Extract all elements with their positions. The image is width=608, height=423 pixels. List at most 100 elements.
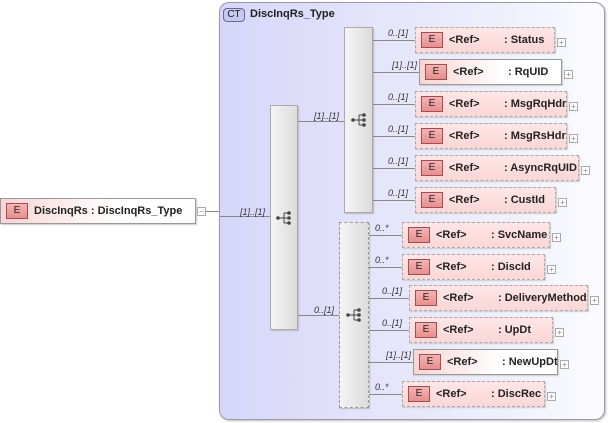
connector xyxy=(369,235,402,236)
expand-button[interactable]: + xyxy=(547,392,556,401)
element-badge: E xyxy=(421,128,443,144)
element-badge: E xyxy=(425,64,447,80)
sequence-icon xyxy=(350,113,366,127)
element-name: : Status xyxy=(504,34,545,46)
connector xyxy=(298,315,339,316)
element-name: : SvcName xyxy=(491,229,548,241)
element-name: : DeliveryMethod xyxy=(498,292,587,304)
element-badge: E xyxy=(421,160,443,176)
cardinality: 0..[1] xyxy=(388,92,409,102)
expand-button[interactable]: + xyxy=(564,70,573,79)
element-name: : NewUpDt xyxy=(502,356,558,368)
expand-button[interactable]: + xyxy=(558,198,567,207)
cardinality: [1]..[1] xyxy=(240,207,266,217)
child-element[interactable]: E <Ref> : DiscId xyxy=(402,254,545,280)
connector xyxy=(369,298,409,299)
element-badge: E xyxy=(415,290,437,306)
ref-label: <Ref> xyxy=(449,34,480,46)
element-name: : DiscId xyxy=(491,261,531,273)
expand-button[interactable]: + xyxy=(547,265,556,274)
ref-label: <Ref> xyxy=(449,194,480,206)
cardinality: [1]..[1] xyxy=(392,60,418,70)
element-badge: E xyxy=(408,386,430,402)
connector xyxy=(373,168,415,169)
element-name: : MsgRsHdr xyxy=(504,130,566,142)
connector xyxy=(206,211,220,212)
element-name: : RqUID xyxy=(508,66,549,78)
expand-button[interactable]: + xyxy=(590,296,599,305)
cardinality: 0..[1] xyxy=(388,124,409,134)
child-element[interactable]: E <Ref> : MsgRsHdr xyxy=(415,123,567,149)
element-name: : DiscRec xyxy=(491,388,542,400)
element-name: : CustId xyxy=(504,194,545,206)
child-element[interactable]: E <Ref> : MsgRqHdr xyxy=(415,91,567,117)
child-element[interactable]: E <Ref> : CustId xyxy=(415,187,556,213)
expand-button[interactable]: + xyxy=(569,102,578,111)
element-name: : UpDt xyxy=(498,324,531,336)
top-sequence[interactable] xyxy=(344,27,373,213)
ref-label: <Ref> xyxy=(449,98,480,110)
root-element-discinqrs[interactable]: E DiscInqRs : DiscInqRs_Type xyxy=(0,198,196,224)
cardinality: 0..* xyxy=(375,223,389,233)
cardinality: 0..[1] xyxy=(388,28,409,38)
connector xyxy=(369,394,402,395)
cardinality: [1]..[1] xyxy=(386,350,412,360)
collapse-button[interactable]: − xyxy=(197,207,206,216)
connector xyxy=(369,267,402,268)
cardinality: 0..[1] xyxy=(382,318,403,328)
cardinality: 0..* xyxy=(375,382,389,392)
ref-label: <Ref> xyxy=(449,130,480,142)
sequence-icon xyxy=(276,210,291,225)
root-element-label: DiscInqRs : DiscInqRs_Type xyxy=(34,205,183,217)
ref-label: <Ref> xyxy=(443,324,474,336)
child-element[interactable]: E <Ref> : UpDt xyxy=(409,317,553,343)
child-element[interactable]: E <Ref> : RqUID xyxy=(419,59,562,85)
expand-button[interactable]: + xyxy=(569,134,578,143)
connector xyxy=(373,104,415,105)
bottom-sequence[interactable] xyxy=(339,222,369,408)
ref-label: <Ref> xyxy=(443,292,474,304)
expand-button[interactable]: + xyxy=(555,328,564,337)
connector xyxy=(369,330,409,331)
child-element[interactable]: E <Ref> : SvcName xyxy=(402,222,550,248)
cardinality: [1]..[1] xyxy=(314,111,340,121)
connector xyxy=(373,40,415,41)
element-badge: E xyxy=(421,32,443,48)
element-badge: E xyxy=(6,203,28,219)
complex-type-name: DiscInqRs_Type xyxy=(250,8,335,20)
expand-button[interactable]: + xyxy=(581,166,590,175)
element-badge: E xyxy=(421,192,443,208)
child-element[interactable]: E <Ref> : Status xyxy=(415,27,555,53)
cardinality: 0..* xyxy=(375,255,389,265)
element-name: : AsyncRqUID xyxy=(504,162,577,174)
ref-label: <Ref> xyxy=(453,66,484,78)
connector xyxy=(373,136,415,137)
element-badge: E xyxy=(421,96,443,112)
cardinality: 0..[1] xyxy=(382,286,403,296)
ref-label: <Ref> xyxy=(447,356,478,368)
ref-label: <Ref> xyxy=(436,229,467,241)
cardinality: 0..[1] xyxy=(388,156,409,166)
connector xyxy=(298,121,344,122)
expand-button[interactable]: + xyxy=(552,233,561,242)
sequence-icon xyxy=(346,308,361,322)
ref-label: <Ref> xyxy=(436,261,467,273)
child-element[interactable]: E <Ref> : DiscRec xyxy=(402,381,545,407)
expand-button[interactable]: + xyxy=(560,360,569,369)
ref-label: <Ref> xyxy=(436,388,467,400)
child-element[interactable]: E <Ref> : NewUpDt xyxy=(413,349,558,375)
ref-label: <Ref> xyxy=(449,162,480,174)
expand-button[interactable]: + xyxy=(557,38,566,47)
connector xyxy=(373,200,415,201)
complex-type-badge: CT xyxy=(223,8,245,22)
element-badge: E xyxy=(408,259,430,275)
element-badge: E xyxy=(419,354,441,370)
child-element[interactable]: E <Ref> : AsyncRqUID xyxy=(415,155,579,181)
child-element[interactable]: E <Ref> : DeliveryMethod xyxy=(409,285,588,311)
cardinality: 0..[1] xyxy=(314,305,335,315)
connector xyxy=(369,362,413,363)
connector xyxy=(373,72,419,73)
element-badge: E xyxy=(408,227,430,243)
outer-sequence[interactable] xyxy=(270,105,298,330)
element-name: : MsgRqHdr xyxy=(504,98,567,110)
